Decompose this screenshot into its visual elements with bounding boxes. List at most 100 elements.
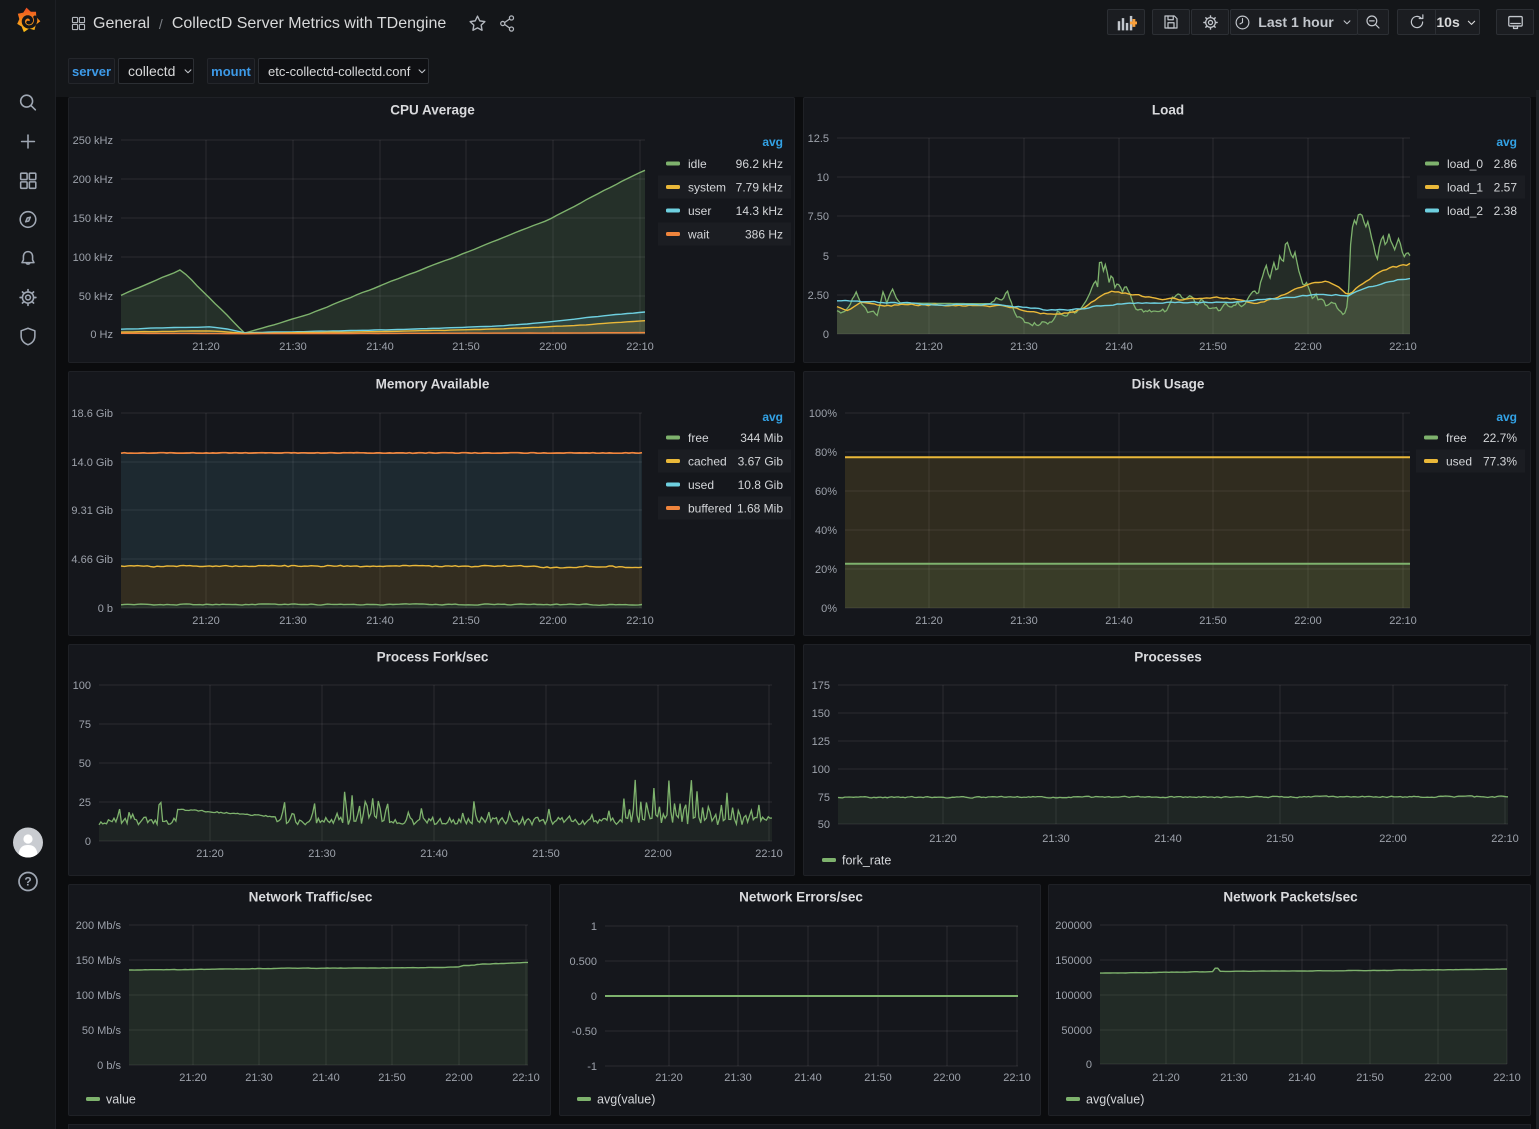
svg-text:0: 0 — [1086, 1059, 1092, 1071]
svg-text:50 kHz: 50 kHz — [79, 291, 113, 303]
svg-text:21:40: 21:40 — [1105, 341, 1133, 353]
svg-text:avg: avg — [1496, 135, 1517, 149]
svg-text:21:50: 21:50 — [1199, 341, 1227, 353]
svg-text:0%: 0% — [821, 603, 837, 615]
svg-text:50: 50 — [818, 819, 830, 831]
svg-text:avg(value): avg(value) — [597, 1093, 655, 1107]
svg-text:4.66 Gib: 4.66 Gib — [71, 554, 113, 566]
svg-text:60%: 60% — [815, 486, 837, 498]
svg-text:10.8 Gib: 10.8 Gib — [738, 478, 784, 492]
svg-text:22:00: 22:00 — [445, 1072, 473, 1084]
svg-text:2.57: 2.57 — [1494, 181, 1518, 195]
svg-text:3.67 Gib: 3.67 Gib — [738, 455, 784, 469]
svg-text:9.31 Gib: 9.31 Gib — [71, 505, 113, 517]
svg-text:Load: Load — [1152, 103, 1184, 118]
svg-text:21:50: 21:50 — [452, 341, 480, 353]
svg-text:50 Mb/s: 50 Mb/s — [82, 1025, 122, 1037]
svg-text:21:30: 21:30 — [1220, 1072, 1248, 1084]
svg-text:used: used — [1446, 455, 1472, 469]
svg-text:1.68 Mib: 1.68 Mib — [737, 502, 783, 516]
svg-text:75: 75 — [818, 792, 830, 804]
svg-text:100: 100 — [812, 764, 830, 776]
svg-text:21:40: 21:40 — [312, 1072, 340, 1084]
svg-text:0 b: 0 b — [98, 603, 113, 615]
svg-text:21:30: 21:30 — [724, 1072, 752, 1084]
svg-text:21:30: 21:30 — [308, 848, 336, 860]
svg-text:22:00: 22:00 — [1294, 341, 1322, 353]
svg-text:Network Traffic/sec: Network Traffic/sec — [249, 890, 373, 905]
svg-text:150000: 150000 — [1055, 955, 1092, 967]
svg-text:7.50: 7.50 — [808, 211, 829, 223]
svg-text:21:40: 21:40 — [366, 615, 394, 627]
svg-text:80%: 80% — [815, 447, 837, 459]
svg-text:21:20: 21:20 — [929, 833, 957, 845]
svg-text:21:50: 21:50 — [1199, 615, 1227, 627]
svg-text:200 Mb/s: 200 Mb/s — [76, 920, 122, 932]
svg-text:21:40: 21:40 — [420, 848, 448, 860]
svg-text:150 Mb/s: 150 Mb/s — [76, 955, 122, 967]
svg-text:22:10: 22:10 — [1491, 833, 1519, 845]
svg-text:wait: wait — [687, 228, 710, 242]
svg-text:2.38: 2.38 — [1494, 204, 1518, 218]
svg-text:Network Errors/sec: Network Errors/sec — [739, 890, 863, 905]
svg-text:Process Fork/sec: Process Fork/sec — [377, 650, 489, 665]
svg-text:avg: avg — [762, 135, 783, 149]
svg-text:100 Mb/s: 100 Mb/s — [76, 990, 122, 1002]
svg-text:22:00: 22:00 — [539, 615, 567, 627]
svg-text:21:20: 21:20 — [192, 615, 220, 627]
svg-text:50: 50 — [79, 758, 91, 770]
svg-text:22:00: 22:00 — [644, 848, 672, 860]
svg-text:21:20: 21:20 — [655, 1072, 683, 1084]
svg-text:0: 0 — [591, 991, 597, 1003]
svg-text:200 kHz: 200 kHz — [73, 174, 113, 186]
svg-text:21:50: 21:50 — [864, 1072, 892, 1084]
svg-text:Processes: Processes — [1134, 650, 1202, 665]
svg-text:22:10: 22:10 — [1003, 1072, 1031, 1084]
svg-text:21:40: 21:40 — [1154, 833, 1182, 845]
svg-text:100%: 100% — [809, 408, 837, 420]
svg-text:0.500: 0.500 — [569, 956, 597, 968]
svg-text:100: 100 — [73, 680, 91, 692]
svg-text:21:20: 21:20 — [192, 341, 220, 353]
svg-text:20%: 20% — [815, 564, 837, 576]
svg-text:21:40: 21:40 — [1288, 1072, 1316, 1084]
svg-text:idle: idle — [688, 157, 707, 171]
svg-text:value: value — [106, 1093, 136, 1107]
svg-text:18.6 Gib: 18.6 Gib — [71, 408, 113, 420]
svg-text:200000: 200000 — [1055, 920, 1092, 932]
svg-text:CPU Average: CPU Average — [390, 103, 475, 118]
svg-text:used: used — [688, 478, 714, 492]
svg-text:Disk Usage: Disk Usage — [1132, 377, 1205, 392]
svg-text:21:40: 21:40 — [1105, 615, 1133, 627]
svg-text:22:00: 22:00 — [1379, 833, 1407, 845]
svg-text:0: 0 — [85, 836, 91, 848]
svg-text:21:20: 21:20 — [1152, 1072, 1180, 1084]
svg-text:free: free — [688, 431, 709, 445]
svg-text:21:30: 21:30 — [279, 615, 307, 627]
svg-text:344 Mib: 344 Mib — [740, 431, 783, 445]
svg-text:21:50: 21:50 — [1266, 833, 1294, 845]
svg-text:175: 175 — [812, 680, 830, 692]
svg-text:21:40: 21:40 — [794, 1072, 822, 1084]
svg-text:14.0 Gib: 14.0 Gib — [71, 457, 113, 469]
svg-text:14.3 kHz: 14.3 kHz — [736, 204, 783, 218]
svg-text:22:00: 22:00 — [539, 341, 567, 353]
svg-text:21:30: 21:30 — [245, 1072, 273, 1084]
svg-text:75: 75 — [79, 719, 91, 731]
svg-text:50000: 50000 — [1061, 1025, 1092, 1037]
svg-text:?: ? — [24, 875, 31, 889]
svg-text:load_0: load_0 — [1447, 157, 1483, 171]
svg-text:21:40: 21:40 — [366, 341, 394, 353]
svg-text:load_2: load_2 — [1447, 204, 1483, 218]
svg-text:12.5: 12.5 — [808, 133, 829, 145]
svg-text:-1: -1 — [587, 1061, 597, 1073]
svg-text:40%: 40% — [815, 525, 837, 537]
svg-text:386 Hz: 386 Hz — [745, 228, 783, 242]
svg-text:0 Hz: 0 Hz — [90, 329, 113, 341]
svg-text:21:50: 21:50 — [532, 848, 560, 860]
svg-text:fork_rate: fork_rate — [842, 854, 891, 868]
svg-text:25: 25 — [79, 797, 91, 809]
svg-text:avg: avg — [762, 410, 783, 424]
svg-text:2.86: 2.86 — [1494, 157, 1518, 171]
svg-text:125: 125 — [812, 736, 830, 748]
